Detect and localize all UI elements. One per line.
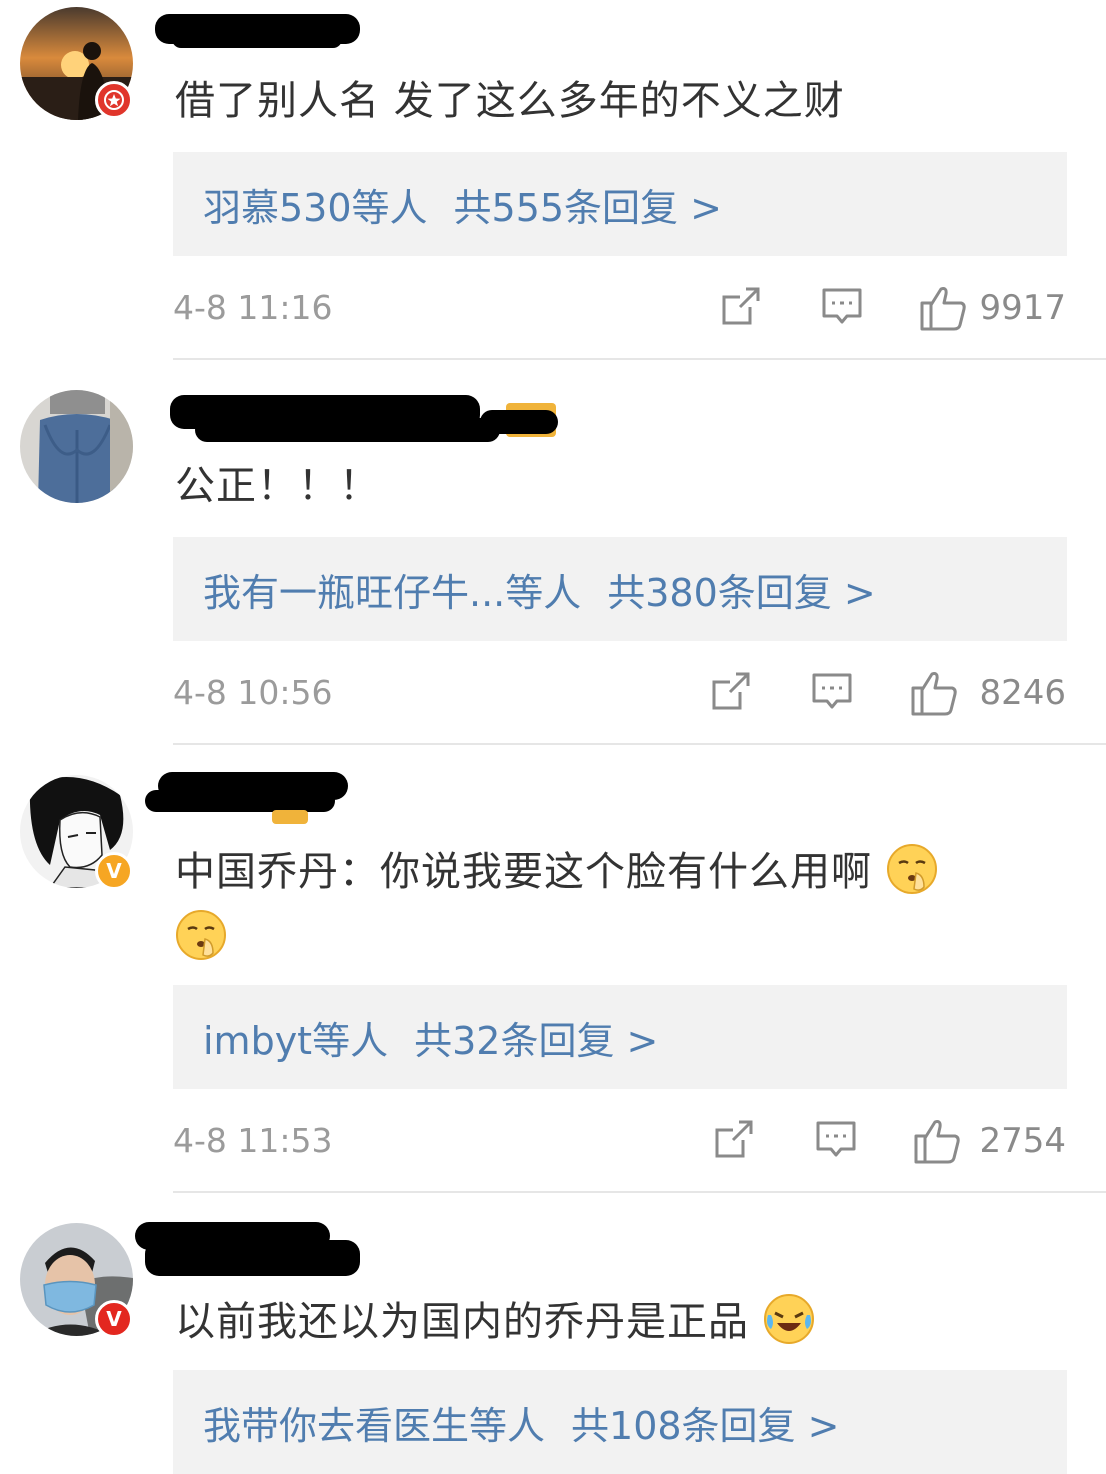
divider [173,743,1106,745]
comment-time: 4-8 11:16 [173,288,333,327]
thumbs-up-icon[interactable] [919,285,967,331]
like-count: 8246 [979,673,1066,713]
comment-text: 借了别人名 发了这么多年的不义之财 [175,78,845,124]
comment-time: 4-8 11:53 [173,1121,333,1160]
username-redacted [195,418,500,442]
reply-total-link[interactable]: 共108条回复 > [571,1395,839,1450]
shush-emoji-icon [176,910,226,960]
reply-summary[interactable]: 我带你去看医生等人 共108条回复 > [173,1370,1067,1474]
username-redacted [172,30,342,48]
comment-text-cont [175,909,227,965]
share-icon[interactable] [710,670,752,712]
reply-total-link[interactable]: 共380条回复 > [607,562,875,617]
reply-summary[interactable]: imbyt等人 共32条回复 > [173,985,1067,1089]
comment-text: 公正！！！ [175,463,380,509]
laugh-cry-emoji-icon [763,1294,814,1344]
comment-icon[interactable] [811,670,853,712]
divider [173,1191,1106,1193]
avatar[interactable] [20,390,133,503]
like-count: 2754 [979,1121,1066,1161]
reply-summary[interactable]: 我有一瓶旺仔牛...等人 共380条回复 > [173,537,1067,641]
share-icon[interactable] [720,285,762,327]
comment-icon[interactable] [821,285,863,327]
comment-icon[interactable] [815,1118,857,1160]
username-redacted [145,790,335,812]
like-count: 9917 [979,288,1066,328]
reply-users: imbyt等人 [203,1018,389,1063]
user-badge [95,81,133,119]
comment-text: 中国乔丹：你说我要这个脸有什么用啊 [175,843,938,899]
reply-users: 我带你去看医生等人 [203,1403,546,1448]
comment-meta: 4-8 11:53 2754 [173,1116,1066,1166]
thumbs-up-icon[interactable] [910,670,958,716]
share-icon[interactable] [713,1118,755,1160]
reply-summary[interactable]: 羽慕530等人 共555条回复 > [173,152,1067,256]
reply-total-link[interactable]: 共555条回复 > [454,177,722,232]
comment-meta: 4-8 11:16 9917 [173,283,1066,333]
username-redacted [480,410,558,434]
verified-badge: V [95,1300,133,1338]
reply-users: 羽慕530等人 [203,185,428,230]
shush-emoji-icon [886,844,937,894]
reply-users: 我有一瓶旺仔牛...等人 [203,570,582,615]
verified-badge: V [95,852,133,890]
fan-badge-redacted [272,810,308,824]
divider [173,358,1106,360]
thumbs-up-icon[interactable] [913,1118,961,1164]
username-redacted [145,1240,360,1276]
comment-time: 4-8 10:56 [173,673,333,712]
reply-total-link[interactable]: 共32条回复 > [414,1010,658,1065]
comment-text: 以前我还以为国内的乔丹是正品 [175,1293,815,1349]
comment-meta: 4-8 10:56 8246 [173,668,1066,718]
